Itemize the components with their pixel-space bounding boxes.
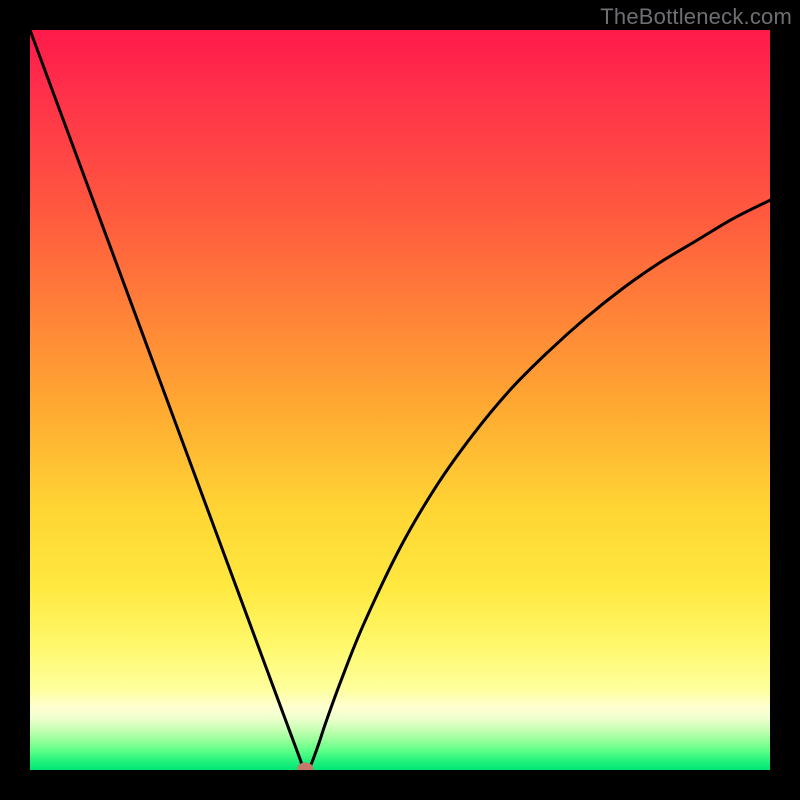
- plot-area: [30, 30, 770, 770]
- chart-frame: TheBottleneck.com: [0, 0, 800, 800]
- background-gradient: [30, 30, 770, 770]
- watermark-label: TheBottleneck.com: [600, 4, 792, 30]
